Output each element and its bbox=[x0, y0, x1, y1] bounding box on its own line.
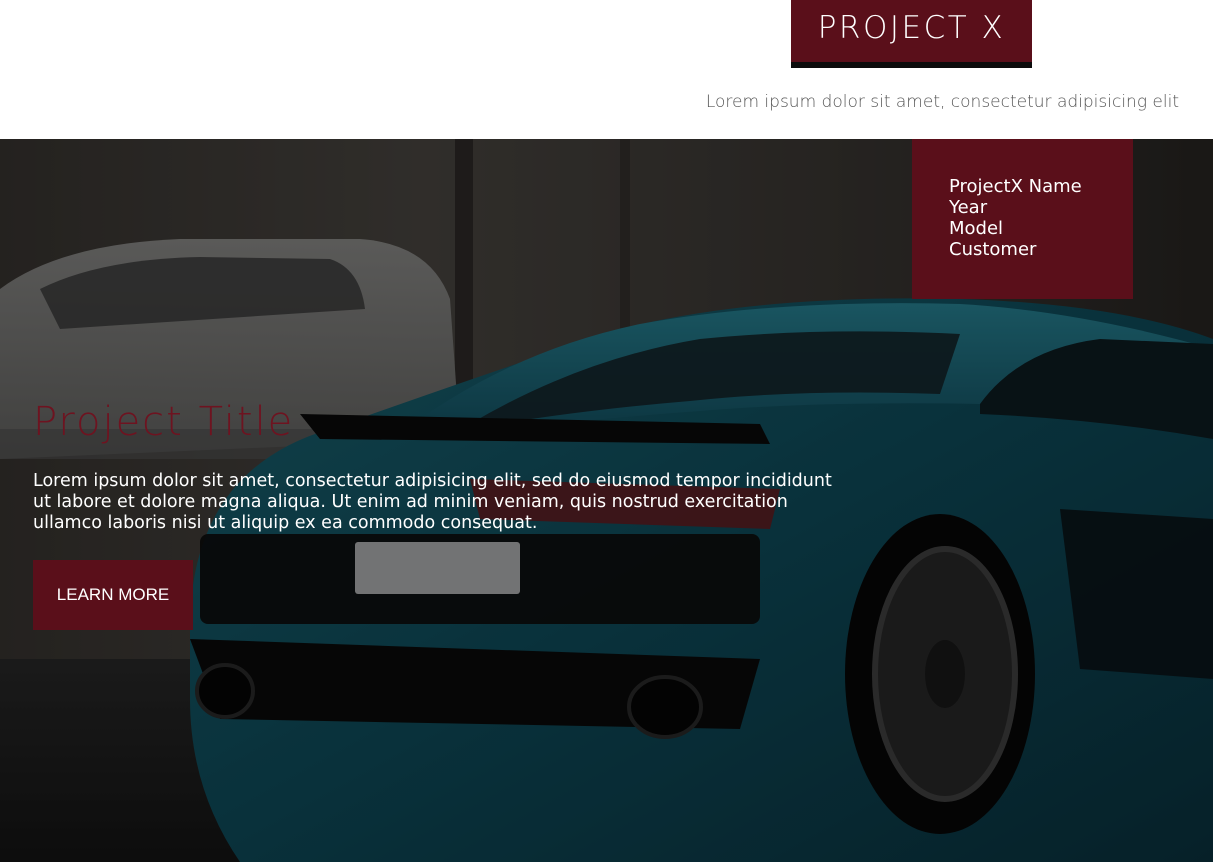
brand-logo[interactable]: PROJECT X bbox=[791, 0, 1032, 68]
learn-more-button[interactable]: LEARN MORE bbox=[33, 560, 193, 630]
project-info-card: ProjectX Name Year Model Customer bbox=[912, 139, 1133, 299]
project-description: Lorem ipsum dolor sit amet, consectetur … bbox=[33, 471, 832, 533]
project-title: Project Title bbox=[33, 399, 295, 445]
hero-section: ProjectX Name Year Model Customer Projec… bbox=[0, 139, 1213, 862]
info-project-name: ProjectX Name bbox=[949, 176, 1082, 197]
hero-content: Project Title Lorem ipsum dolor sit amet… bbox=[33, 397, 873, 630]
info-model: Model bbox=[949, 218, 1004, 239]
site-header: PROJECT X Lorem ipsum dolor sit amet, co… bbox=[0, 0, 1213, 139]
info-customer: Customer bbox=[949, 239, 1037, 260]
info-year: Year bbox=[949, 197, 988, 218]
brand-title: PROJECT X bbox=[817, 10, 1006, 46]
tagline: Lorem ipsum dolor sit amet, consectetur … bbox=[705, 92, 1179, 112]
